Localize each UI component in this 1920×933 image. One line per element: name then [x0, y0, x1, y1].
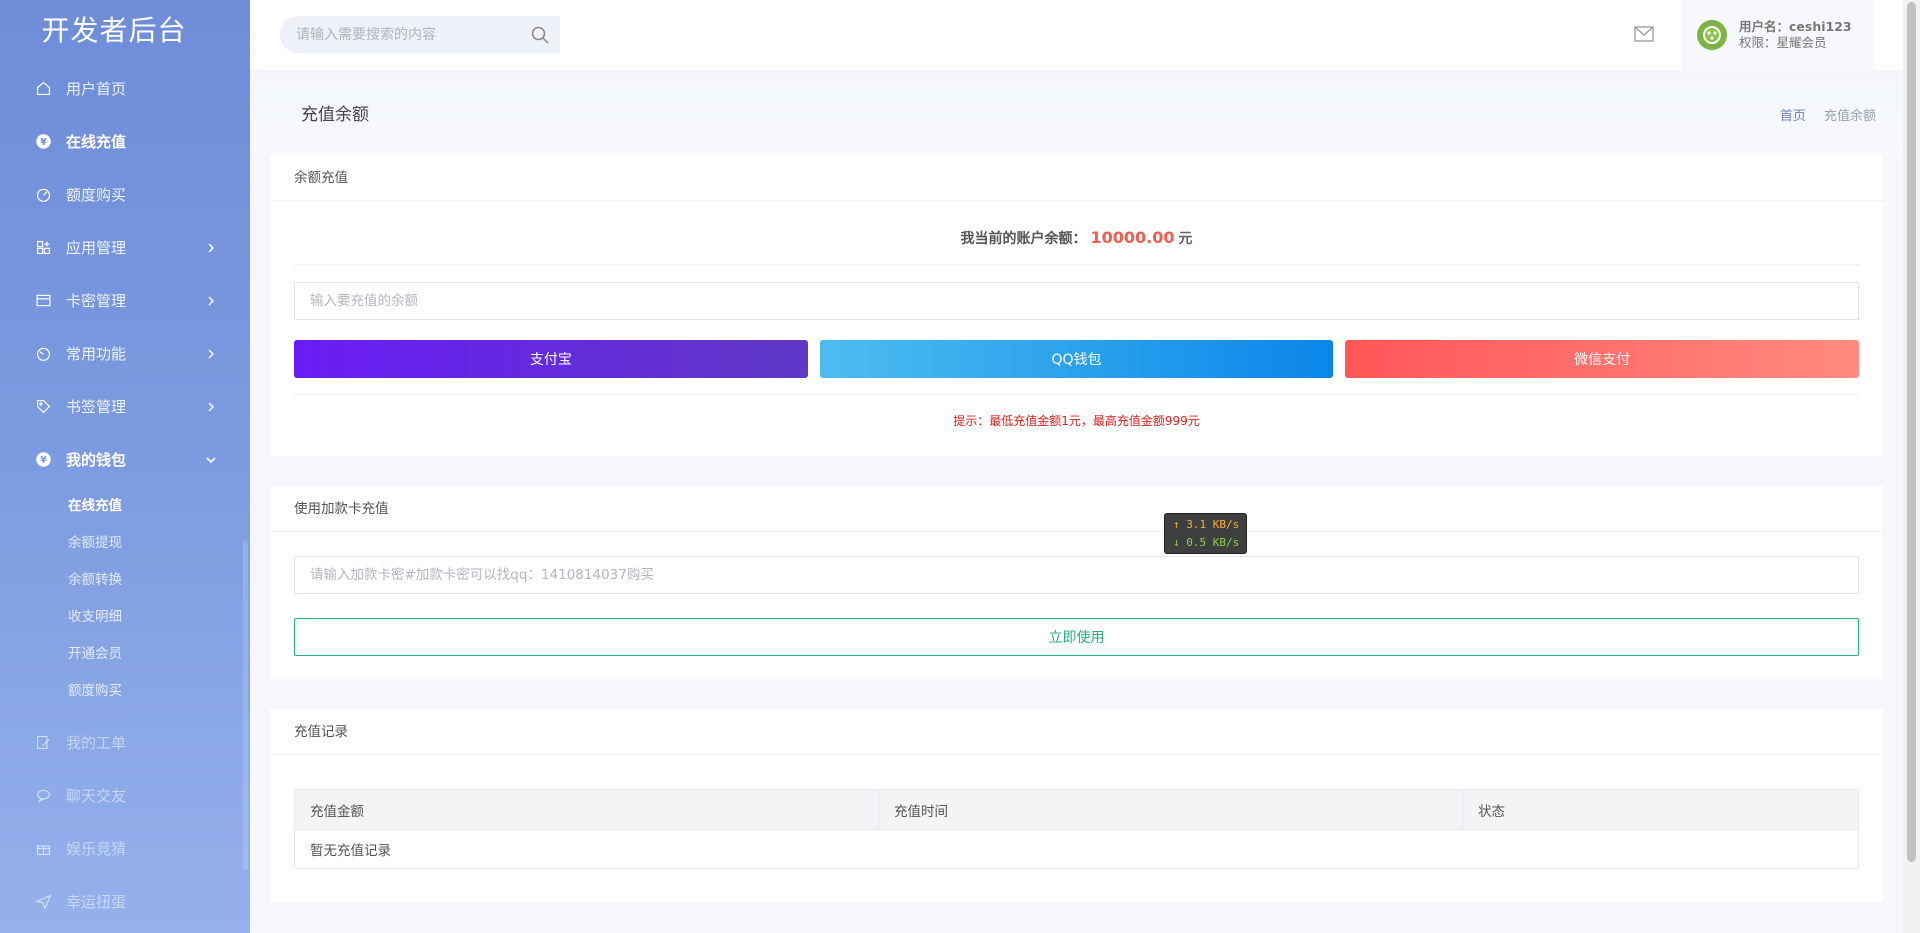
mail-icon[interactable]: [1634, 26, 1654, 42]
network-speed-widget[interactable]: ↑ 3.1 KB/s ↓ 0.5 KB/s: [1164, 513, 1247, 554]
sidebar-item-chat[interactable]: 聊天交友: [0, 769, 250, 822]
user-menu[interactable]: 用户名：ceshi123 权限：星耀会员: [1681, 0, 1874, 70]
balance-unit: 元: [1178, 231, 1193, 247]
gauge-icon: [34, 186, 52, 204]
sidebar-scrollbar[interactable]: [243, 540, 248, 870]
chevron-right-icon: [208, 243, 214, 252]
submenu-item-membership[interactable]: 开通会员: [0, 636, 250, 673]
payment-buttons: 支付宝 QQ钱包 微信支付: [294, 340, 1860, 378]
send-icon: [34, 893, 52, 911]
sidebar-item-online-recharge[interactable]: ¥ 在线充值: [0, 115, 250, 168]
alipay-button[interactable]: 支付宝: [294, 340, 808, 378]
sidebar-item-label: 常用功能: [66, 345, 127, 363]
breadcrumb-home-link[interactable]: 首页: [1780, 109, 1806, 124]
sidebar-item-label: 书签管理: [66, 398, 127, 416]
qq-wallet-button[interactable]: QQ钱包: [819, 340, 1334, 378]
use-now-button[interactable]: 立即使用: [294, 618, 1859, 656]
dashboard-icon: [34, 345, 52, 363]
records-card: 充值记录 充值金额 充值时间 状态 暂无充值记录: [270, 709, 1883, 902]
breadcrumb-current: 充值余额: [1823, 109, 1876, 124]
sidebar-item-label: 幸运扭蛋: [66, 893, 127, 911]
page-title: 充值余额: [301, 105, 369, 125]
card-code-input[interactable]: [294, 556, 1859, 594]
sidebar-item-label: 娱乐竞猜: [66, 840, 127, 858]
avatar[interactable]: [1697, 20, 1727, 50]
sidebar-item-lucky-gacha[interactable]: 幸运扭蛋: [0, 875, 250, 928]
ticket-edit-icon: [34, 734, 52, 752]
user-role: 权限：星耀会员: [1739, 35, 1827, 50]
card-use-card: 使用加款卡充值 立即使用: [270, 486, 1883, 679]
submenu-item-quota-purchase[interactable]: 额度购买: [0, 673, 250, 710]
wechat-pay-button[interactable]: 微信支付: [1345, 340, 1860, 378]
sidebar-item-app-management[interactable]: 应用管理: [0, 221, 250, 274]
sidebar-item-label: 应用管理: [66, 239, 127, 257]
column-header: 充值时间: [878, 789, 1463, 830]
submenu-item-withdraw[interactable]: 余额提现: [0, 525, 250, 562]
sidebar-item-label: 用户首页: [66, 80, 127, 98]
tag-icon: [34, 398, 52, 416]
upload-speed: ↑ 3.1 KB/s: [1173, 518, 1240, 531]
top-header: 用户名：ceshi123 权限：星耀会员: [250, 0, 1903, 70]
sidebar-item-label: 聊天交友: [66, 787, 127, 805]
sidebar: 开发者后台 用户首页 ¥ 在线充值 额度购买 应用管理 卡密管理 常用功能 书签…: [0, 0, 250, 933]
card-title: 余额充值: [270, 155, 1883, 201]
card-icon: [34, 292, 52, 310]
chevron-right-icon: [208, 296, 214, 305]
sidebar-item-label: 我的工单: [66, 734, 127, 752]
download-speed: ↓ 0.5 KB/s: [1173, 536, 1240, 549]
home-icon: [34, 80, 52, 98]
sidebar-item-my-wallet[interactable]: ¥ 我的钱包: [0, 433, 250, 486]
sidebar-item-user-home[interactable]: 用户首页: [0, 62, 250, 115]
search-icon[interactable]: [530, 25, 550, 45]
sidebar-item-common-functions[interactable]: 常用功能: [0, 327, 250, 380]
chevron-right-icon: [208, 349, 214, 358]
svg-text:¥: ¥: [40, 455, 47, 466]
records-table: 充值金额 充值时间 状态 暂无充值记录: [294, 789, 1859, 869]
scrollbar-thumb[interactable]: [1907, 2, 1916, 862]
empty-records-text: 暂无充值记录: [294, 829, 1859, 869]
search-input[interactable]: [280, 26, 530, 43]
sidebar-item-card-management[interactable]: 卡密管理: [0, 274, 250, 327]
sidebar-item-quota-purchase[interactable]: 额度购买: [0, 168, 250, 221]
recharge-card: 余额充值 我当前的账户余额：10000.00元 支付宝 QQ钱包 微信支付 提示…: [270, 155, 1883, 456]
page-header: 充值余额 首页 充值余额: [250, 70, 1903, 155]
user-info: 用户名：ceshi123 权限：星耀会员: [1739, 19, 1852, 51]
column-header: 充值金额: [294, 789, 879, 830]
sidebar-item-bookmark-management[interactable]: 书签管理: [0, 380, 250, 433]
table-header-row: 充值金额 充值时间 状态: [294, 789, 1859, 830]
sidebar-item-label: 卡密管理: [66, 292, 127, 310]
balance-amount: 10000.00: [1090, 228, 1175, 247]
balance-line: 我当前的账户余额： 10000.00 元: [294, 201, 1859, 265]
app-logo: 开发者后台: [41, 14, 187, 47]
sidebar-item-entertainment[interactable]: 娱乐竞猜: [0, 822, 250, 875]
yen-icon: ¥: [34, 133, 52, 151]
sidebar-item-label: 我的钱包: [66, 451, 127, 469]
card-title: 充值记录: [270, 709, 1883, 755]
sidebar-item-my-tickets[interactable]: 我的工单: [0, 716, 250, 769]
submenu-item-online-recharge[interactable]: 在线充值: [0, 488, 250, 525]
sidebar-item-label: 额度购买: [66, 186, 127, 204]
balance-label: 我当前的账户余额：: [960, 231, 1087, 247]
wallet-yen-icon: ¥: [34, 451, 52, 469]
chat-icon: [34, 787, 52, 805]
card-title: 使用加款卡充值: [270, 486, 1883, 532]
recharge-amount-input[interactable]: [294, 282, 1859, 320]
recharge-tip: 提示：最低充值金额1元，最高充值金额999元: [294, 394, 1859, 429]
submenu-item-statement[interactable]: 收支明细: [0, 599, 250, 636]
page-scrollbar[interactable]: [1903, 0, 1920, 933]
sidebar-item-label: 在线充值: [66, 133, 127, 151]
svg-text:¥: ¥: [40, 137, 47, 148]
apps-icon: [34, 239, 52, 257]
submenu-item-balance-convert[interactable]: 余额转换: [0, 562, 250, 599]
search-box: [280, 16, 560, 53]
chevron-down-icon: [206, 456, 216, 463]
chevron-right-icon: [208, 402, 214, 411]
breadcrumb: 首页 充值余额: [1780, 105, 1876, 124]
wallet-submenu: 在线充值 余额提现 余额转换 收支明细 开通会员 额度购买: [0, 486, 250, 716]
user-name: 用户名：ceshi123: [1739, 19, 1852, 34]
gift-icon: [34, 840, 52, 858]
table-row: 暂无充值记录: [294, 829, 1859, 869]
column-header: 状态: [1462, 789, 1859, 830]
